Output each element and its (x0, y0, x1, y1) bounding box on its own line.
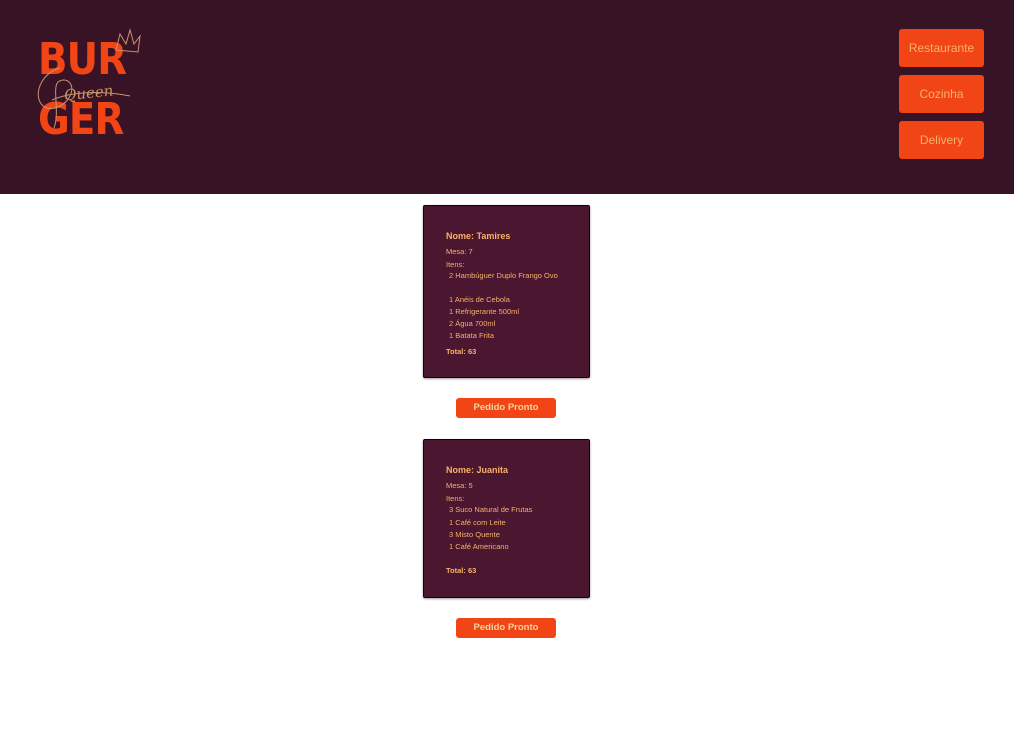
burger-queen-logo: BUR GER Queen (30, 28, 145, 150)
order-total: Total: 63 (446, 347, 477, 356)
order-card: Nome: Juanita Mesa: 5 Itens: 3 Suco Natu… (423, 439, 590, 598)
order-item: 1 Anéis de Cebola (449, 295, 510, 304)
nav-button-delivery[interactable]: Delivery (899, 121, 984, 159)
order-item: 3 Suco Natural de Frutas (449, 505, 533, 514)
app-header: BUR GER Queen Restaurante Cozinha Delive… (0, 0, 1014, 194)
order-item: 1 Café com Leite (449, 518, 506, 527)
order-ready-button[interactable]: Pedido Pronto (456, 398, 556, 418)
order-table: Mesa: 7 (446, 247, 473, 256)
order-ready-button[interactable]: Pedido Pronto (456, 618, 556, 638)
order-total: Total: 63 (446, 566, 477, 575)
order-item: 2 Hambúguer Duplo Frango Ovo (449, 271, 558, 280)
order-item: 1 Refrigerante 500ml (449, 307, 520, 316)
order-item: 1 Batata Frita (449, 331, 495, 340)
nav-button-restaurante[interactable]: Restaurante (899, 29, 984, 67)
order-customer-name: Nome: Juanita (446, 465, 509, 475)
order-items-label: Itens: (446, 260, 465, 269)
order-card: Nome: Tamires Mesa: 7 Itens: 2 Hambúguer… (423, 205, 590, 378)
order-item: 2 Água 700ml (449, 319, 496, 328)
main-nav: Restaurante Cozinha Delivery (899, 29, 984, 167)
order-table: Mesa: 5 (446, 481, 473, 490)
nav-button-cozinha[interactable]: Cozinha (899, 75, 984, 113)
order-items-label: Itens: (446, 494, 465, 503)
order-item: 3 Misto Quente (449, 530, 500, 539)
order-customer-name: Nome: Tamires (446, 231, 511, 241)
order-item: 1 Café Americano (449, 542, 509, 551)
